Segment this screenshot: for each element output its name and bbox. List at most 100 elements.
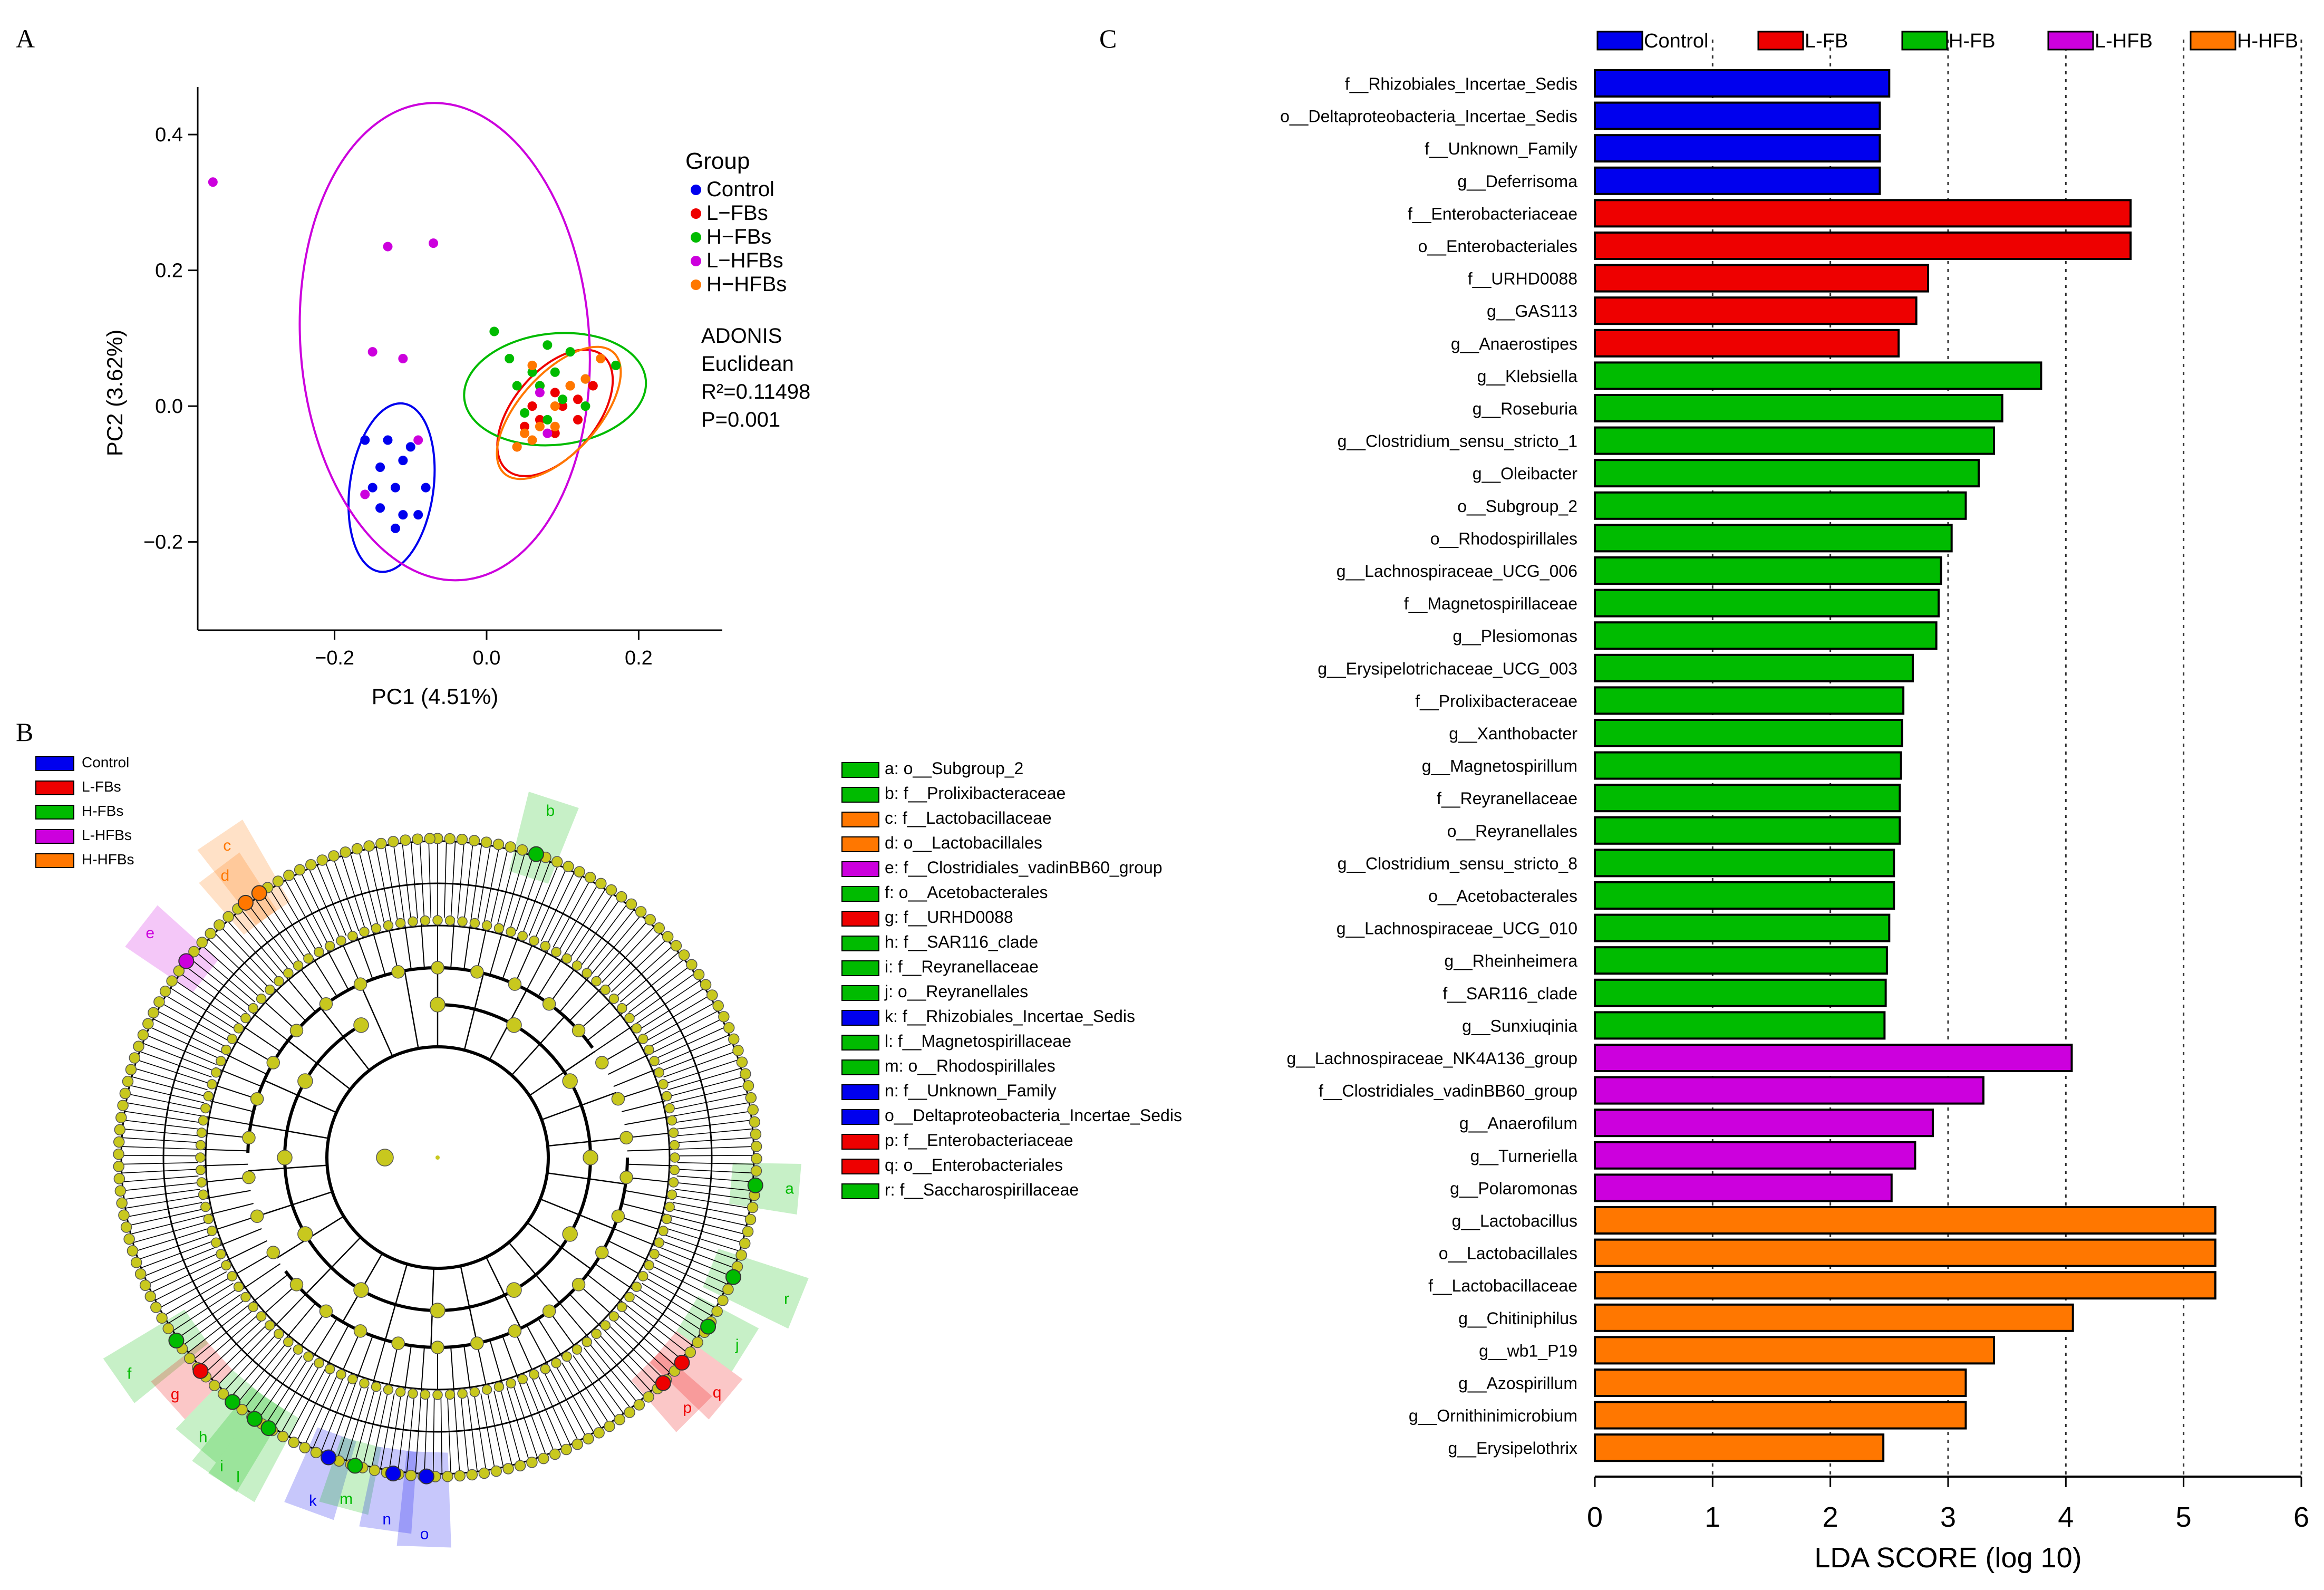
clado-node [492,839,505,850]
clado-node [686,959,698,970]
clado-node [117,1100,129,1111]
clado-letter-m: m [340,1490,353,1508]
clado-node [196,1177,207,1188]
lda-bar [1594,69,1891,98]
clado-node [574,866,585,878]
clado-letter-d: d [220,867,229,884]
taxa-legend-label-p: p: f__Enterobacteriaceae [885,1131,1073,1150]
clado-branch [553,880,590,948]
clado-node [540,1364,551,1374]
lda-legend-label: L-HFB [2095,30,2153,52]
taxa-legend-swatch-b [841,787,879,803]
lda-bar-label: g__Turneriella [1470,1146,1578,1165]
clado-node [299,1442,311,1453]
pca-x-tick-label: −0.2 [315,647,354,669]
clado-branch [127,1202,202,1218]
clado-node [637,1034,648,1044]
lda-bar-label: o__Lactobacillales [1439,1244,1577,1263]
clado-node [735,1249,747,1261]
clado-node [118,1209,130,1221]
clado-node [600,1320,611,1331]
clado-enriched-node-d [237,894,254,911]
lda-bar-label: o__Subgroup_2 [1457,497,1577,516]
lda-bar-label: g__Roseburia [1473,399,1577,418]
taxa-legend-swatch-m [841,1059,879,1075]
taxa-legend-label-g: g: f__URHD0088 [885,908,1013,927]
clado-branch [123,1120,200,1130]
clado-node [148,1007,159,1019]
lda-bar [1594,556,1942,585]
clado-node [283,968,294,979]
lda-legend-swatch [1757,31,1804,51]
pca-point [398,510,408,520]
clado-node [363,840,375,852]
clado-branch [601,927,655,983]
clado-branch [606,932,661,988]
pca-point [413,510,423,520]
taxa-legend-label-a: a: o__Subgroup_2 [885,759,1023,778]
clado-node [561,953,572,964]
clado-node [371,1381,382,1392]
pca-points [208,177,621,533]
taxa-legend-swatch-h [841,936,879,951]
clado-node [480,836,492,848]
clado-node [340,846,351,858]
clado-node [351,843,363,855]
clado-branch [124,1111,200,1123]
clado-branch [419,841,425,918]
clado-branch [175,980,239,1024]
clado-node [661,1091,672,1102]
clado-branch [559,1303,593,1342]
clado-node [359,927,370,937]
clado-legend-swatch [35,853,74,868]
clado-node [478,1467,490,1479]
clado-node [408,1388,418,1399]
clado-node [595,878,607,890]
clado-branch [250,1124,329,1139]
clado-node [562,1226,578,1242]
lda-bar [1594,784,1901,813]
clado-node [114,1124,126,1136]
clado-node [692,1336,703,1348]
clado-node [481,920,492,931]
clado-branch [208,939,265,992]
clado-node [208,1380,220,1392]
clado-node [658,1226,669,1236]
clado-branch [483,847,500,922]
clado-branch [608,1325,664,1380]
clado-branch [129,1085,205,1103]
pca-y-label: PC2 (3.62%) [102,330,127,456]
clado-enriched-node-g [192,1363,209,1379]
clado-branch [214,932,269,988]
taxa-legend-swatch-o [841,1109,879,1125]
lda-bar [1594,166,1881,195]
clado-node [139,1279,151,1291]
pca-legend-label: Control [706,178,774,201]
clado-branch [248,1164,327,1172]
clado-node [468,835,480,846]
clado-node [120,1221,132,1233]
clado-branch [594,1338,645,1398]
clado-branch [599,1334,652,1392]
clado-center [435,1155,440,1160]
pca-point [360,489,370,499]
clado-node [207,1079,217,1090]
lda-bar-label: g__Erysipelothrix [1448,1439,1577,1458]
clado-node [542,1304,556,1318]
clado-node [211,1237,221,1248]
pca-x-tick-label: 0.2 [625,647,653,669]
adonis-method: ADONIS [701,324,782,348]
clado-node [529,936,539,946]
lda-bar [1594,1336,1996,1365]
clado-node [595,1056,609,1069]
clado-node [221,1044,231,1055]
clado-letter-o: o [420,1526,429,1543]
clado-branch [677,1146,754,1150]
clado-branch [375,847,392,922]
clado-enriched-node-p [655,1375,671,1391]
lda-bar-label: f__Unknown_Family [1425,139,1577,158]
clado-node [747,1104,759,1116]
lda-bar-label: f__Magnetospirillaceae [1404,594,1577,613]
lda-bar [1594,849,1895,878]
clado-node [166,975,178,987]
